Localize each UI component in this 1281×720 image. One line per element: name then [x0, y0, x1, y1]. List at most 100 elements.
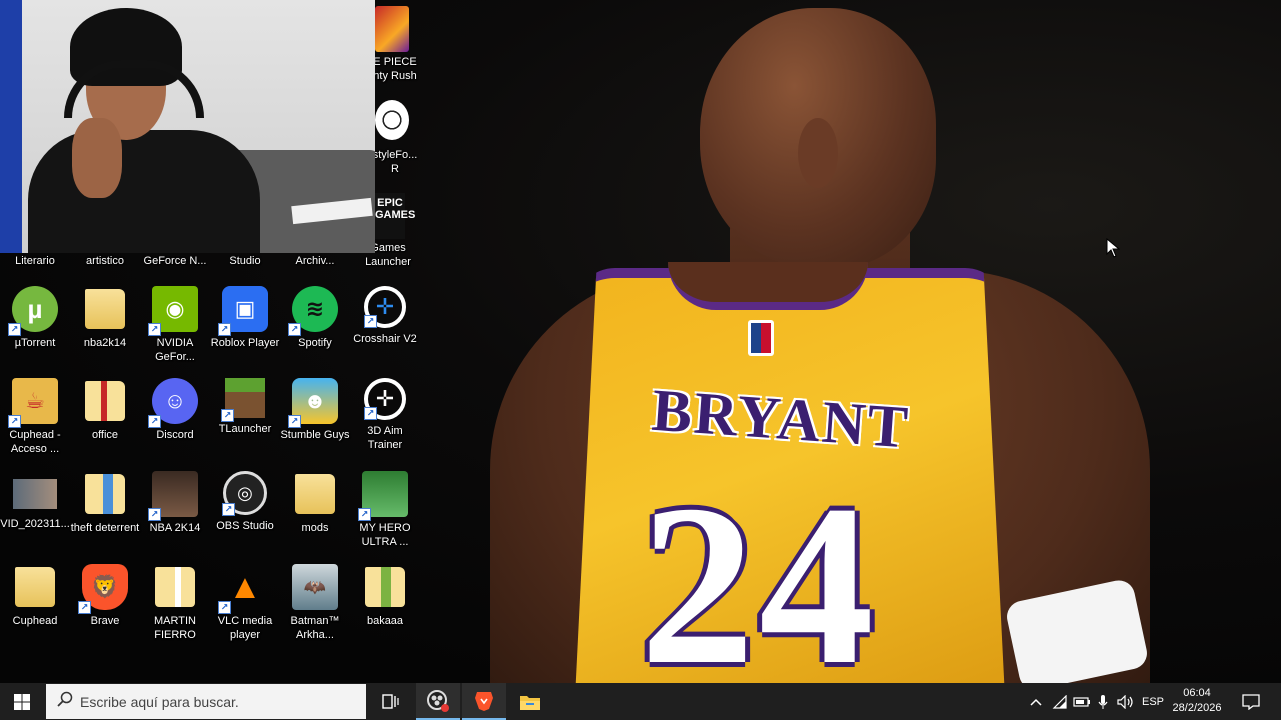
taskbar-clock[interactable]: 06:04 28/2/2026 [1166, 686, 1228, 716]
wallpaper-player-ear [798, 118, 838, 188]
shortcut-arrow-icon: ↗ [78, 601, 91, 614]
folder-icon [82, 378, 128, 424]
brave-lion-icon: 🦁 ↗ [78, 564, 128, 614]
desktop-icon-label: MARTIN FIERRO [154, 615, 196, 641]
desktop-icon-cuphead-acceso[interactable]: ☕ ↗ Cuphead - Acceso ... [0, 378, 70, 456]
taskbar-app-file-explorer[interactable] [508, 683, 552, 720]
desktop-icon-obs-studio[interactable]: ◎ ↗ OBS Studio [210, 471, 280, 533]
desktop-icon-label: Batman™ Arkha... [290, 615, 340, 641]
nvidia-icon: ◉ ↗ [148, 286, 198, 336]
desktop-icon-label: Crosshair V2 [353, 333, 417, 345]
cuphead-icon: ☕ ↗ [8, 378, 58, 428]
start-button[interactable] [0, 683, 44, 720]
task-view-icon [382, 693, 399, 709]
desktop-icon-label: Cuphead - Acceso ... [9, 429, 61, 455]
desktop-icon-label: OBS Studio [216, 520, 274, 532]
desktop-icon-label: bakaaa [366, 615, 404, 627]
wifi-icon[interactable] [1049, 683, 1071, 720]
desktop-icon-vlc[interactable]: ▲ ↗ VLC media player [210, 564, 280, 642]
input-language-indicator[interactable]: ESP [1139, 683, 1167, 720]
batman-icon: 🦇 [292, 564, 338, 610]
desktop-icon-utorrent[interactable]: µ ↗ µTorrent [0, 286, 70, 350]
desktop-icon-label-literario[interactable]: Literario [0, 254, 70, 268]
desktop-icon-nvidia[interactable]: ◉ ↗ NVIDIA GeFor... [140, 286, 210, 364]
desktop-icon-label-archiv[interactable]: Archiv... [280, 254, 350, 268]
shortcut-arrow-icon: ↗ [364, 407, 377, 420]
folder-icon [362, 564, 408, 610]
desktop-icon-roblox[interactable]: ▣ ↗ Roblox Player [210, 286, 280, 350]
tray-overflow-chevron-icon[interactable] [1026, 683, 1046, 720]
taskbar-app-brave[interactable] [462, 683, 506, 720]
shortcut-arrow-icon: ↗ [218, 601, 231, 614]
soccer-ball-icon[interactable] [375, 100, 409, 140]
desktop-icon-batman-arkham[interactable]: 🦇 Batman™ Arkha... [280, 564, 350, 642]
jersey-number-text: 24 [640, 457, 878, 684]
file-explorer-icon [520, 695, 540, 710]
shortcut-arrow-icon: ↗ [148, 415, 161, 428]
stumble-guys-icon: ☻ ↗ [288, 378, 338, 428]
battery-icon[interactable] [1071, 683, 1093, 720]
brave-icon [475, 691, 493, 711]
desktop-icon-brave[interactable]: 🦁 ↗ Brave [70, 564, 140, 628]
desktop-icon-label: office [91, 429, 119, 441]
desktop-icon-theft-deterrent[interactable]: theft deterrent [70, 471, 140, 535]
desktop-icon-video-file[interactable]: VID_202311... [0, 471, 70, 531]
webcam-person-body [28, 130, 260, 253]
desktop-icon-label-artistico[interactable]: artistico [70, 254, 140, 268]
nba-logo-icon [748, 320, 774, 356]
shortcut-arrow-icon: ↗ [288, 415, 301, 428]
desktop-icon-discord[interactable]: ☺ ↗ Discord [140, 378, 210, 442]
desktop-icon-label-geforce[interactable]: GeForce N... [140, 254, 210, 268]
desktop-icon-3d-aim-trainer[interactable]: ✛ ↗ 3D Aim Trainer [350, 378, 420, 452]
desktop-icon-label-studio[interactable]: Studio [210, 254, 280, 268]
task-view-button[interactable] [368, 683, 412, 720]
minecraft-grass-block-icon: ↗ [221, 378, 265, 422]
shortcut-arrow-icon: ↗ [221, 409, 234, 422]
wallpaper-jersey-collar [668, 262, 868, 310]
my-hero-icon: ↗ [358, 471, 408, 521]
webcam-overlay [0, 0, 375, 253]
spotify-icon: ≋ ↗ [288, 286, 338, 336]
taskbar-app-obs[interactable] [416, 683, 460, 720]
desktop-icon-stumble-guys[interactable]: ☻ ↗ Stumble Guys [280, 378, 350, 442]
shortcut-arrow-icon: ↗ [218, 323, 231, 336]
desktop-icon-label: Cuphead [12, 615, 58, 627]
desktop-icon-label: Brave [90, 615, 120, 627]
epic-games-icon[interactable]: EPIC GAMES [375, 193, 415, 239]
desktop-icon-label: mods [301, 522, 329, 534]
mouse-cursor-icon [1106, 238, 1120, 258]
desktop-icon-mods-folder[interactable]: mods [280, 471, 350, 535]
clock-date: 28/2/2026 [1172, 702, 1222, 714]
search-placeholder: Escribe aquí para buscar. [80, 693, 239, 710]
desktop-icon-crosshair-v2[interactable]: ✛ ↗ Crosshair V2 [350, 286, 420, 346]
desktop-icon-nba2k14-folder[interactable]: nba2k14 [70, 286, 140, 350]
clock-time: 06:04 [1183, 687, 1211, 699]
shortcut-arrow-icon: ↗ [148, 323, 161, 336]
desktop-icon-tlauncher[interactable]: ↗ TLauncher [210, 378, 280, 436]
shortcut-arrow-icon: ↗ [288, 323, 301, 336]
desktop-icon-cuphead-folder[interactable]: Cuphead [0, 564, 70, 628]
microphone-icon[interactable] [1093, 683, 1113, 720]
desktop-icon-label: Discord [156, 429, 194, 441]
folder-icon [292, 471, 338, 517]
obs-icon: ◎ ↗ [222, 471, 267, 516]
desktop-icon-bakaaa[interactable]: bakaaa [350, 564, 420, 628]
desktop-icon-martin-fierro[interactable]: MARTIN FIERRO [140, 564, 210, 642]
aim-target-icon: ✛ ↗ [364, 378, 406, 420]
crosshair-icon: ✛ ↗ [364, 286, 406, 328]
desktop-icon-nba-2k14[interactable]: ↗ NBA 2K14 [140, 471, 210, 535]
folder-icon [152, 564, 198, 610]
notification-center-icon[interactable] [1236, 683, 1266, 720]
one-piece-icon[interactable] [375, 6, 409, 52]
desktop-icon-office-folder[interactable]: office [70, 378, 140, 442]
desktop-icon-my-hero-ultra[interactable]: ↗ MY HERO ULTRA ... [350, 471, 420, 549]
shortcut-arrow-icon: ↗ [358, 508, 371, 521]
desktop-icon-spotify[interactable]: ≋ ↗ Spotify [280, 286, 350, 350]
desktop-icon-label: 3D Aim Trainer [367, 425, 403, 451]
desktop-icon-label: theft deterrent [70, 522, 140, 534]
desktop-icon-label: NVIDIA GeFor... [155, 337, 195, 363]
discord-icon: ☺ ↗ [148, 378, 198, 428]
taskbar-search-box[interactable]: Escribe aquí para buscar. [46, 684, 366, 719]
speaker-volume-icon[interactable] [1115, 683, 1137, 720]
desktop-icon-label: Stumble Guys [280, 429, 350, 441]
